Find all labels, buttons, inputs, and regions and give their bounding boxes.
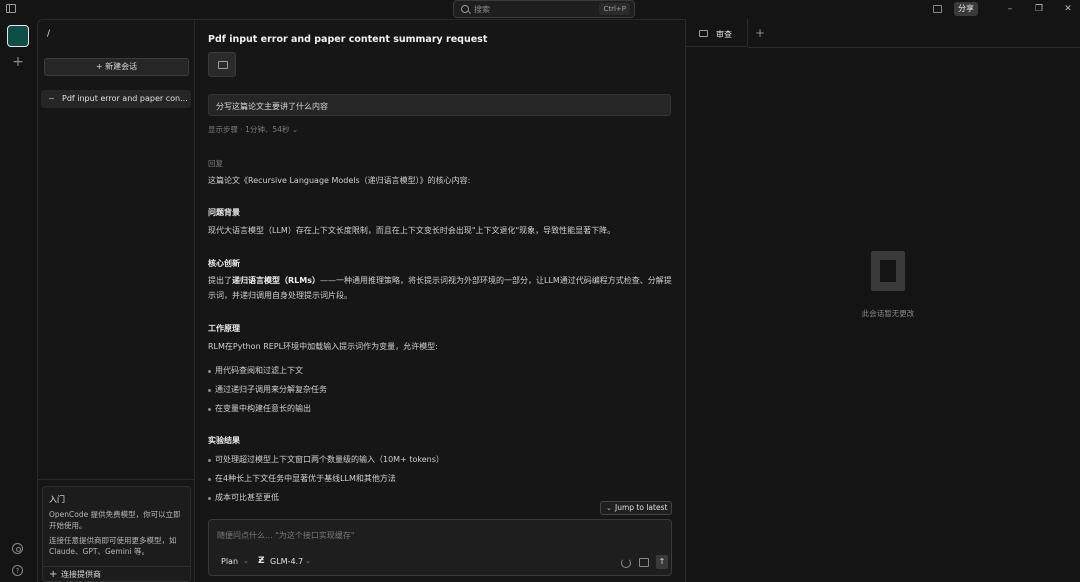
- send-button[interactable]: ↑: [656, 555, 668, 569]
- chat-panel: Pdf input error and paper content summar…: [195, 19, 685, 582]
- list-item: 成本可比甚至更低: [208, 493, 279, 502]
- project-path: /: [47, 29, 51, 39]
- minimize-icon[interactable]: –: [1003, 2, 1017, 16]
- search-placeholder: 搜索: [474, 5, 490, 14]
- section-heading: 工作原理: [208, 324, 240, 333]
- sidebar-toggle-icon[interactable]: [6, 4, 16, 13]
- new-session-button[interactable]: + 新建会话: [44, 58, 189, 76]
- reply-label: 回复: [208, 159, 223, 168]
- intro-text-providers: 连接任意提供商即可使用更多模型，如 Claude、GPT、Gemini 等。: [49, 536, 177, 556]
- sidebar-divider: [38, 479, 194, 480]
- session-title: Pdf input error and paper content summar…: [208, 34, 488, 45]
- section-heading: 问题背景: [208, 208, 240, 217]
- intro-text: OpenCode 提供免费模型，你可以立即开始使用。: [49, 510, 181, 530]
- list-item: 通过递归子调用来分解复杂任务: [208, 385, 327, 394]
- reply-intro: 这篇论文《Recursive Language Models（递归语言模型）》的…: [208, 176, 471, 185]
- list-item: 在变量中构建任意长的输出: [208, 404, 311, 413]
- list-item: 在4种长上下文任务中显著优于基线LLM和其他方法: [208, 474, 396, 483]
- section-heading: 实验结果: [208, 436, 240, 445]
- tab-divider: [748, 47, 1080, 48]
- connect-provider-label: 连接提供商: [61, 570, 101, 579]
- help-icon[interactable]: ?: [12, 565, 23, 576]
- project-avatar[interactable]: [7, 25, 29, 47]
- section-paragraph: RLM在Python REPL环境中加载输入提示词作为变量，允许模型:: [208, 342, 438, 351]
- search-box[interactable]: 搜索 Ctrl+P: [453, 0, 635, 18]
- connect-provider-button[interactable]: + 连接提供商: [43, 566, 190, 582]
- model-select[interactable]: GLM-4.7: [270, 557, 303, 566]
- plus-icon: +: [49, 569, 58, 580]
- tab-review-label: 审查: [716, 30, 732, 39]
- getting-started-card: 入门 OpenCode 提供免费模型，你可以立即开始使用。 连接任意提供商即可使…: [42, 486, 191, 582]
- prompt-input[interactable]: [217, 528, 657, 542]
- share-button[interactable]: 分享: [954, 2, 978, 16]
- project-rail: + ?: [0, 19, 37, 582]
- session-sidebar: / + 新建会话 Pdf input error and paper con..…: [37, 19, 195, 582]
- paragraph-lead: 提出了: [208, 276, 232, 285]
- chevron-down-icon: ⌄: [606, 504, 612, 512]
- agent-select[interactable]: Plan: [221, 557, 238, 566]
- section-paragraph: 现代大语言模型（LLM）存在上下文长度限制，而且在上下文变长时会出现"上下文退化…: [208, 226, 616, 235]
- section-paragraph: 提出了递归语言模型（RLMs）——一种通用推理策略，将长提示词视为外部环境的一部…: [208, 273, 674, 303]
- add-project-icon[interactable]: +: [11, 55, 25, 69]
- session-dash-icon: [49, 98, 54, 99]
- review-panel: 审查 + 此会话暂无更改: [685, 19, 1080, 582]
- chevron-down-icon: ⌄: [305, 557, 311, 565]
- section-heading: 核心创新: [208, 259, 240, 268]
- title-bar: 搜索 Ctrl+P 分享 – ❐ ✕: [0, 0, 1080, 19]
- maximize-icon[interactable]: ❐: [1032, 2, 1046, 16]
- empty-state-icon: [871, 251, 905, 291]
- review-icon: [699, 30, 708, 37]
- intro-title: 入门: [49, 495, 65, 504]
- search-shortcut: Ctrl+P: [599, 3, 630, 15]
- model-provider-icon: Ƶ: [258, 556, 265, 566]
- add-tab-icon[interactable]: +: [754, 27, 766, 39]
- chevron-down-icon: ⌄: [243, 557, 249, 565]
- list-item: 可处理超过模型上下文窗口两个数量级的输入（10M+ tokens）: [208, 455, 444, 464]
- paragraph-bold: 递归语言模型（RLMs）: [232, 276, 320, 285]
- show-steps-toggle[interactable]: 显示步骤 · 1分钟、54秒 ⌄: [208, 124, 298, 135]
- loading-icon: [621, 558, 631, 568]
- attachment-tile[interactable]: [208, 52, 236, 77]
- search-icon: [461, 5, 469, 13]
- message-composer: Plan ⌄ Ƶ GLM-4.7 ⌄ ↑: [208, 519, 672, 576]
- jump-to-latest-label: Jump to latest: [615, 503, 668, 512]
- settings-icon[interactable]: [12, 543, 23, 554]
- session-item[interactable]: Pdf input error and paper con...: [41, 90, 191, 108]
- panel-toggle-icon[interactable]: [933, 5, 942, 13]
- image-attach-icon[interactable]: [639, 558, 649, 567]
- tab-review[interactable]: 审查: [686, 19, 748, 47]
- folder-icon: [218, 61, 228, 69]
- user-message: 分写这篇论文主要讲了什么内容: [208, 94, 671, 116]
- user-message-text: 分写这篇论文主要讲了什么内容: [216, 102, 328, 111]
- session-label: Pdf input error and paper con...: [62, 94, 188, 103]
- close-icon[interactable]: ✕: [1061, 2, 1075, 16]
- list-item: 用代码查阅和过滤上下文: [208, 366, 303, 375]
- empty-state-text: 此会话暂无更改: [861, 309, 915, 318]
- jump-to-latest-button[interactable]: ⌄ Jump to latest: [600, 501, 672, 515]
